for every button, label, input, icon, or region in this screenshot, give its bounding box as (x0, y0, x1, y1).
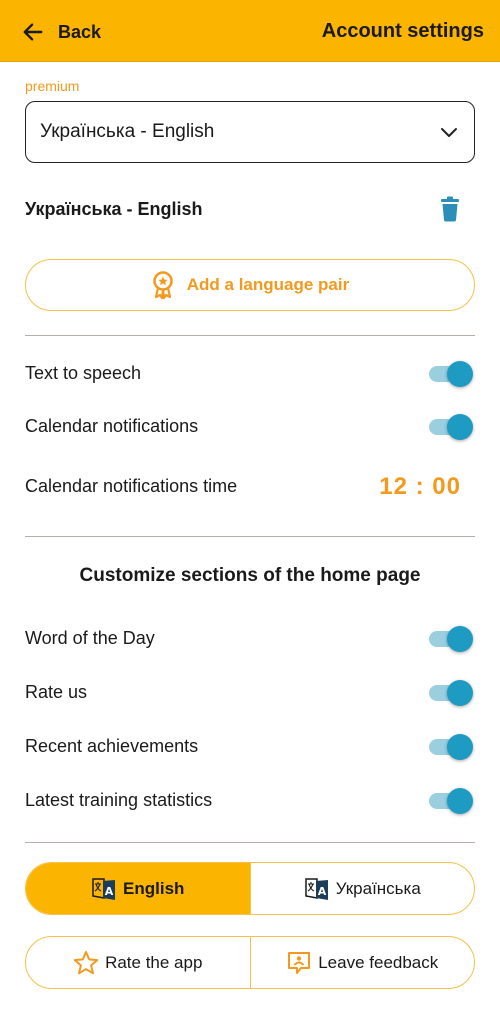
language-pair-item: Українська - English (25, 196, 475, 222)
word-of-the-day-toggle[interactable] (429, 626, 473, 652)
trash-icon[interactable] (439, 196, 461, 222)
setting-label: Text to speech (25, 362, 142, 383)
divider (25, 842, 475, 843)
page-title: Account settings (321, 20, 484, 42)
translate-icon: A (304, 877, 328, 900)
leave-feedback-label: Leave feedback (318, 952, 439, 972)
language-pair-select[interactable]: Українська - English (25, 101, 475, 163)
setting-label: Calendar notifications (25, 415, 199, 436)
recent-achievements-toggle[interactable] (429, 734, 473, 760)
back-label: Back (58, 21, 102, 42)
add-language-pair-button[interactable]: Add a language pair (25, 259, 475, 311)
setting-row-text-to-speech: Text to speech (25, 358, 475, 388)
rate-app-label: Rate the app (105, 952, 203, 972)
language-option-label: English (123, 878, 185, 898)
divider (25, 335, 475, 336)
notification-time-value[interactable]: 12 : 00 (379, 473, 461, 501)
text-to-speech-toggle[interactable] (429, 361, 473, 387)
add-language-pair-label: Add a language pair (186, 275, 350, 294)
chevron-down-icon (441, 128, 457, 137)
language-option-ukrainian[interactable]: A Українська (249, 863, 475, 914)
svg-text:A: A (317, 885, 326, 898)
feedback-actions: Rate the app Leave feedback (25, 936, 475, 989)
setting-row-notification-time: Calendar notifications time 12 : 00 (25, 471, 475, 501)
home-section-row-word-of-the-day: Word of the Day (25, 623, 475, 653)
calendar-notifications-toggle[interactable] (429, 414, 473, 440)
setting-label: Recent achievements (25, 735, 199, 756)
home-section-row-recent-achievements: Recent achievements (25, 731, 475, 761)
medal-icon (153, 271, 173, 299)
language-option-label: Українська (335, 878, 421, 898)
setting-label: Latest training statistics (25, 789, 213, 810)
rate-us-toggle[interactable] (429, 680, 473, 706)
back-button[interactable]: Back (22, 17, 101, 47)
arrow-left-icon (23, 23, 43, 41)
latest-training-statistics-toggle[interactable] (429, 788, 473, 814)
setting-row-calendar-notifications: Calendar notifications (25, 411, 475, 441)
svg-text:A: A (105, 885, 114, 898)
home-section-row-latest-training-statistics: Latest training statistics (25, 785, 475, 815)
divider (25, 536, 475, 537)
interface-language-switcher: A English A Українська (25, 862, 475, 915)
feedback-icon (288, 951, 311, 974)
rate-app-button[interactable]: Rate the app (26, 937, 250, 988)
language-pair-select-value: Українська - English (40, 121, 215, 142)
language-pair-label: Українська - English (25, 198, 203, 219)
home-section-row-rate-us: Rate us (25, 677, 475, 707)
language-option-english[interactable]: A English (26, 863, 250, 914)
leave-feedback-button[interactable]: Leave feedback (249, 937, 475, 988)
translate-icon: A (92, 877, 116, 900)
setting-label: Rate us (25, 681, 88, 702)
premium-label: premium (25, 78, 80, 94)
section-title-home-page: Customize sections of the home page (79, 565, 421, 586)
setting-label: Word of the Day (25, 627, 155, 648)
setting-label: Calendar notifications time (25, 475, 238, 496)
top-app-bar: Back Account settings (0, 0, 500, 62)
star-icon (73, 950, 99, 974)
